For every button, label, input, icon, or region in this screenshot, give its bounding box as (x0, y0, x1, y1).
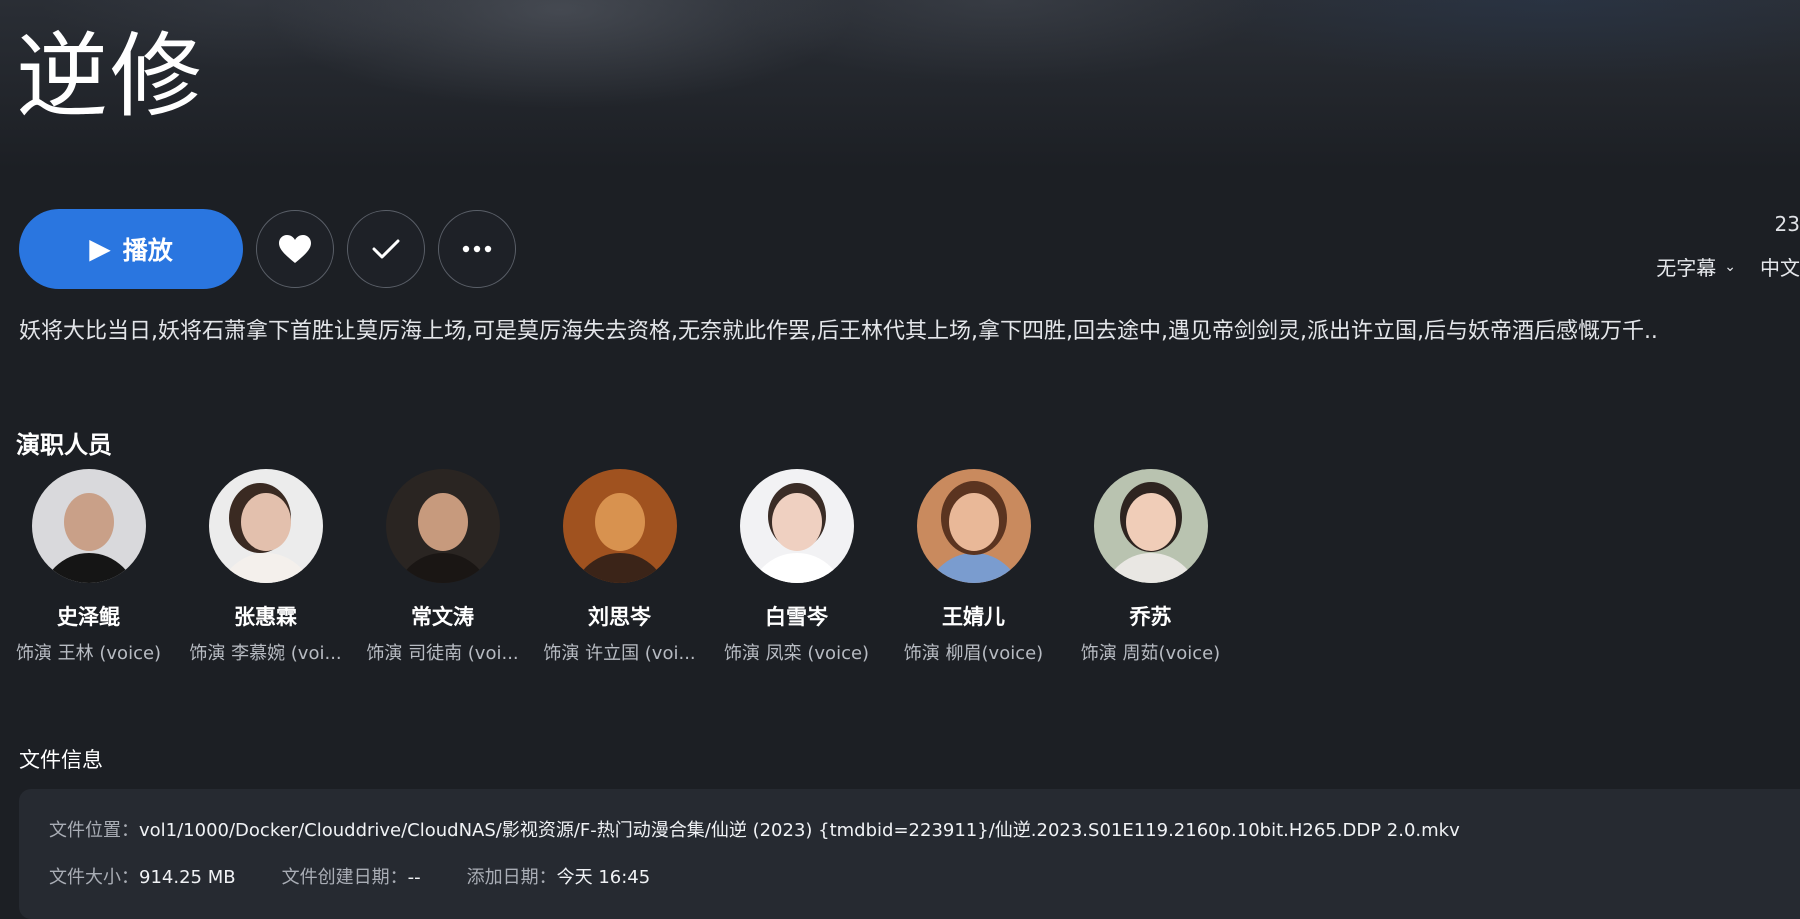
subtitle-select[interactable]: 无字幕 ⌄ (1656, 252, 1736, 281)
cast-name: 张惠霖 (234, 605, 297, 629)
track-selectors: 无字幕 ⌄ 中文 (1656, 252, 1800, 281)
play-button[interactable]: ▶ 播放 (19, 209, 243, 289)
favorite-button[interactable] (256, 210, 334, 288)
play-button-label: 播放 (122, 236, 173, 265)
file-size-value: 914.25 MB (139, 867, 236, 888)
file-location-label: 文件位置： (49, 820, 139, 841)
audio-select[interactable]: 中文 (1760, 252, 1800, 281)
file-added-value: 今天 16:45 (556, 867, 651, 888)
cast-role: 饰演 李慕婉 (voi... (189, 643, 342, 664)
file-created-label: 文件创建日期： (281, 867, 408, 888)
action-bar: ▶ 播放 (19, 209, 516, 289)
cast-name: 白雪岑 (765, 605, 828, 629)
cast-name: 刘思岑 (588, 605, 651, 629)
avatar (916, 469, 1031, 583)
avatar (31, 469, 146, 583)
cast-list: 史泽鲲 饰演 王林 (voice) 张惠霖 饰演 李慕婉 (voi... 常文涛… (0, 469, 1239, 665)
avatar (1093, 469, 1208, 583)
file-location-row: 文件位置：vol1/1000/Docker/Clouddrive/CloudNA… (49, 816, 1460, 842)
cast-name: 王婧儿 (942, 605, 1005, 629)
file-info-panel: 文件位置：vol1/1000/Docker/Clouddrive/CloudNA… (19, 789, 1800, 919)
mark-watched-button[interactable] (347, 210, 425, 288)
cast-role: 饰演 周茹(voice) (1080, 643, 1221, 664)
cast-role: 饰演 许立国 (voi... (543, 643, 696, 664)
chevron-down-icon: ⌄ (1724, 258, 1736, 275)
audio-select-value: 中文 (1760, 256, 1800, 280)
heart-icon (279, 235, 311, 263)
file-meta-row: 文件大小：914.25 MB 文件创建日期：-- 添加日期：今天 16:45 (49, 863, 650, 889)
cast-role: 饰演 王林 (voice) (15, 643, 162, 664)
more-dots-icon (462, 245, 492, 253)
check-icon (372, 239, 400, 259)
cast-name: 乔苏 (1129, 605, 1172, 629)
cast-role: 饰演 凤栾 (voice) (723, 643, 870, 664)
meta-number: 23 (1774, 212, 1800, 236)
cast-section-title: 演职人员 (16, 431, 112, 459)
avatar (385, 469, 500, 583)
file-location-value: vol1/1000/Docker/Clouddrive/CloudNAS/影视资… (139, 820, 1460, 841)
cast-name: 史泽鲲 (57, 605, 120, 629)
file-size-label: 文件大小： (49, 867, 139, 888)
file-added-label: 添加日期： (466, 867, 557, 888)
cast-member[interactable]: 王婧儿 饰演 柳眉(voice) (885, 469, 1062, 665)
avatar (562, 469, 677, 583)
hero-backdrop (0, 0, 1800, 170)
cast-name: 常文涛 (411, 605, 474, 629)
cast-member[interactable]: 刘思岑 饰演 许立国 (voi... (531, 469, 708, 665)
cast-role: 饰演 柳眉(voice) (903, 643, 1044, 664)
avatar (739, 469, 854, 583)
media-meta-panel: 23 无字幕 ⌄ 中文 (1656, 212, 1800, 281)
cast-member[interactable]: 白雪岑 饰演 凤栾 (voice) (708, 469, 885, 665)
cast-member[interactable]: 张惠霖 饰演 李慕婉 (voi... (177, 469, 354, 665)
file-info-title: 文件信息 (19, 748, 103, 772)
cast-member[interactable]: 乔苏 饰演 周茹(voice) (1062, 469, 1239, 665)
more-options-button[interactable] (438, 210, 516, 288)
play-icon: ▶ (89, 232, 111, 265)
cast-role: 饰演 司徒南 (voi... (366, 643, 519, 664)
cast-member[interactable]: 史泽鲲 饰演 王林 (voice) (0, 469, 177, 665)
cast-member[interactable]: 常文涛 饰演 司徒南 (voi... (354, 469, 531, 665)
episode-overview: 妖将大比当日,妖将石萧拿下首胜让莫厉海上场,可是莫厉海失去资格,无奈就此作罢,后… (19, 319, 1658, 344)
subtitle-select-value: 无字幕 (1656, 256, 1717, 280)
page-title: 逆修 (16, 23, 205, 130)
avatar (208, 469, 323, 583)
file-created-value: -- (407, 867, 421, 888)
